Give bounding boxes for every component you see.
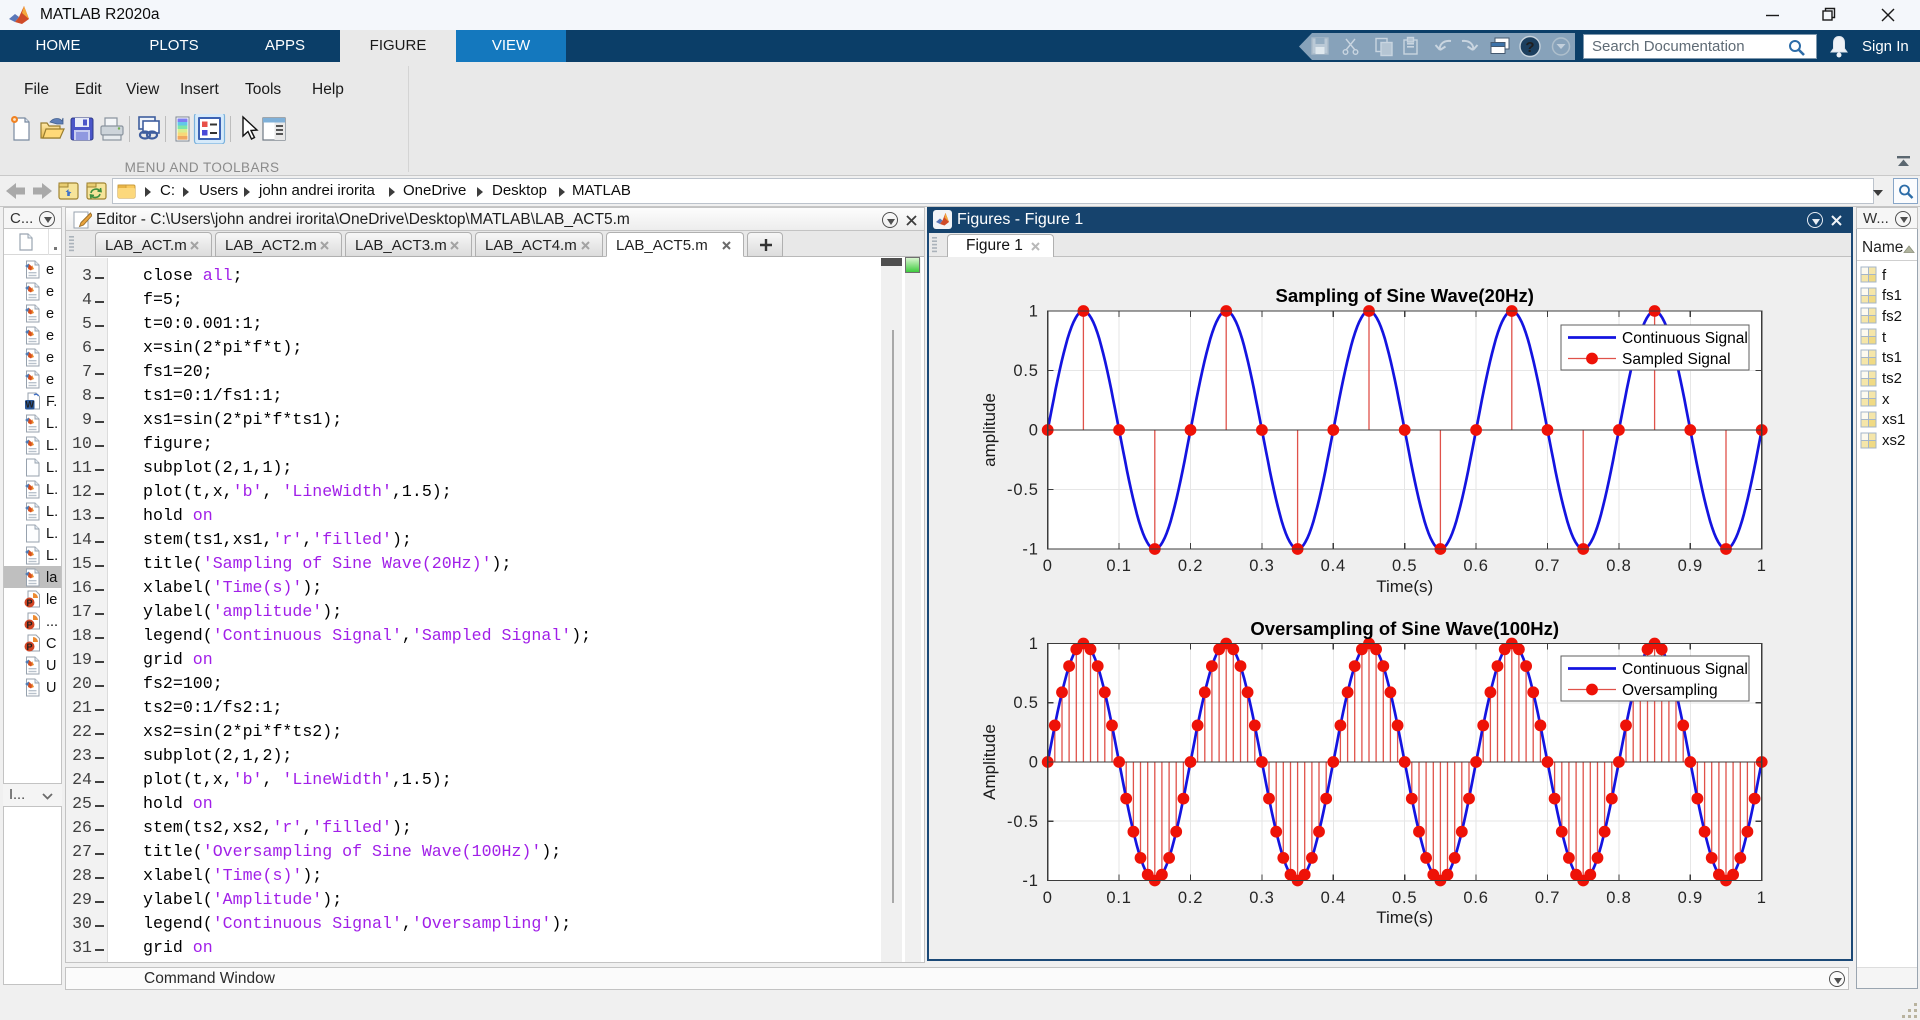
svg-text:0.7: 0.7 bbox=[1535, 557, 1560, 575]
svg-text:0.5: 0.5 bbox=[1392, 557, 1417, 575]
svg-text:1: 1 bbox=[1757, 557, 1767, 575]
svg-text:0.2: 0.2 bbox=[1178, 557, 1203, 575]
svg-text:-0.5: -0.5 bbox=[1007, 813, 1039, 831]
svg-text:0.9: 0.9 bbox=[1678, 557, 1703, 575]
svg-text:W: W bbox=[25, 400, 34, 410]
svg-text:0: 0 bbox=[1029, 422, 1039, 440]
svg-text:?: ? bbox=[1525, 39, 1534, 56]
svg-text:1: 1 bbox=[1757, 889, 1767, 907]
svg-text:0: 0 bbox=[1043, 889, 1053, 907]
svg-text:Time(s): Time(s) bbox=[1376, 908, 1433, 927]
svg-text:-1: -1 bbox=[1022, 541, 1038, 559]
svg-text:0.5: 0.5 bbox=[1013, 694, 1038, 712]
svg-text:0.2: 0.2 bbox=[1178, 889, 1203, 907]
svg-text:0.6: 0.6 bbox=[1463, 889, 1488, 907]
svg-text:0.4: 0.4 bbox=[1321, 889, 1346, 907]
svg-text:0.8: 0.8 bbox=[1606, 889, 1631, 907]
svg-text:P: P bbox=[26, 620, 32, 630]
svg-text:0.1: 0.1 bbox=[1106, 889, 1131, 907]
svg-text:Oversampling of Sine Wave(100H: Oversampling of Sine Wave(100Hz) bbox=[1250, 618, 1559, 639]
svg-text:0.3: 0.3 bbox=[1249, 889, 1274, 907]
svg-text:Continuous Signal: Continuous Signal bbox=[1622, 330, 1748, 347]
svg-text:0.5: 0.5 bbox=[1392, 889, 1417, 907]
svg-text:amplitude: amplitude bbox=[980, 393, 999, 467]
svg-text:1: 1 bbox=[1029, 303, 1039, 321]
svg-text:0.9: 0.9 bbox=[1678, 889, 1703, 907]
svg-text:-0.5: -0.5 bbox=[1007, 481, 1039, 499]
svg-text:Time(s): Time(s) bbox=[1376, 577, 1433, 596]
svg-text:0.5: 0.5 bbox=[1013, 362, 1038, 380]
svg-text:1: 1 bbox=[1029, 635, 1039, 653]
svg-text:0.7: 0.7 bbox=[1535, 889, 1560, 907]
svg-text:Oversampling: Oversampling bbox=[1622, 682, 1718, 699]
svg-text:P: P bbox=[26, 598, 32, 608]
svg-text:Sampling of Sine Wave(20Hz): Sampling of Sine Wave(20Hz) bbox=[1276, 285, 1534, 306]
svg-text:0: 0 bbox=[1029, 754, 1039, 772]
svg-text:0.6: 0.6 bbox=[1463, 557, 1488, 575]
svg-text:0.3: 0.3 bbox=[1249, 557, 1274, 575]
svg-text:Continuous Signal: Continuous Signal bbox=[1622, 661, 1748, 678]
svg-text:0: 0 bbox=[1043, 557, 1053, 575]
svg-text:0.8: 0.8 bbox=[1606, 557, 1631, 575]
svg-text:Sampled Signal: Sampled Signal bbox=[1622, 351, 1731, 368]
svg-text:P: P bbox=[26, 642, 32, 652]
svg-text:-1: -1 bbox=[1022, 872, 1038, 890]
svg-text:0.1: 0.1 bbox=[1106, 557, 1131, 575]
svg-text:Amplitude: Amplitude bbox=[980, 724, 999, 800]
svg-text:0.4: 0.4 bbox=[1321, 557, 1346, 575]
